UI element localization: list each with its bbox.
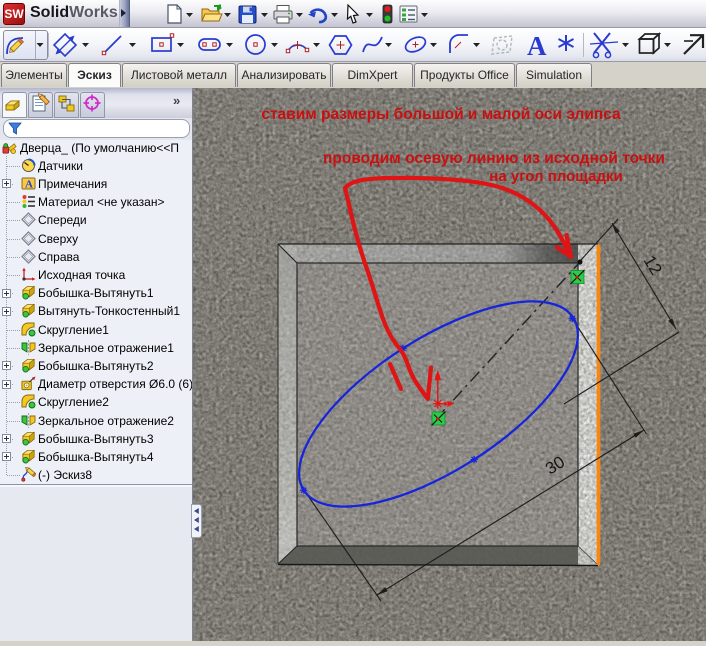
svg-text:на угол площадки: на угол площадки: [489, 168, 622, 185]
svg-text:A: A: [25, 178, 33, 190]
svg-text:A: A: [527, 31, 547, 61]
svg-text:проводим осевую линию из исход: проводим осевую линию из исходной точки: [323, 150, 665, 167]
svg-text:»: »: [173, 93, 180, 108]
svg-text:ставим размеры большой и малой: ставим размеры большой и малой оси элипс…: [261, 106, 621, 123]
